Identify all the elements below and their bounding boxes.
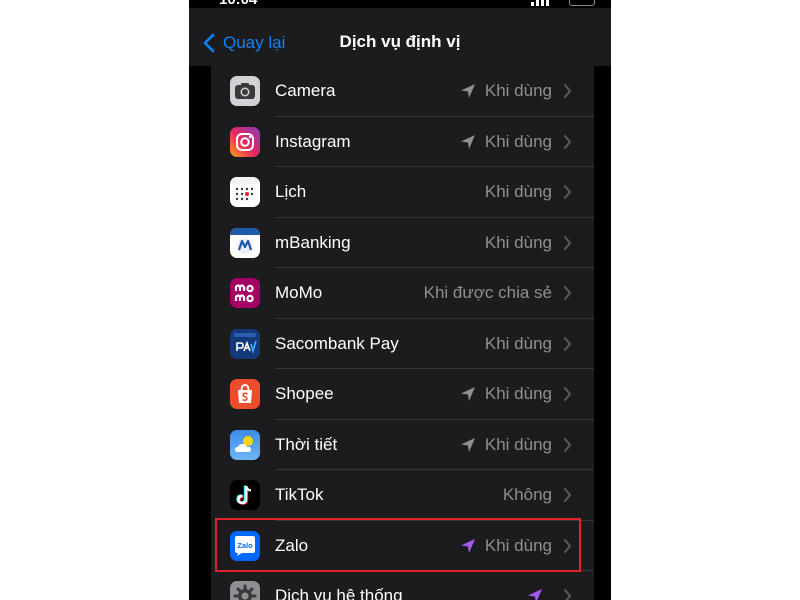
item-value: Khi dùng (484, 182, 552, 201)
list-item-mbanking[interactable]: mBanking Khi dùng (211, 218, 594, 268)
location-arrow-icon (528, 589, 542, 600)
chevron-right-icon (564, 84, 571, 98)
location-arrow-icon (460, 538, 475, 553)
list-item-shopee[interactable]: Shopee Khi dùng (211, 369, 594, 420)
item-value: Khi dùng (484, 434, 552, 454)
chevron-right-icon (564, 286, 571, 300)
list-item-sacombank-pay[interactable]: Sacombank Pay Khi dùng (211, 319, 594, 369)
item-value-group: Khi dùng (460, 536, 572, 556)
momo-app-icon (230, 278, 260, 308)
item-value: Khi dùng (484, 81, 552, 100)
chevron-right-icon (564, 134, 571, 149)
chevron-right-icon (564, 387, 571, 401)
item-label: Shopee (275, 384, 334, 403)
item-value-group: Khi dùng (460, 384, 572, 404)
mbanking-app-icon (230, 227, 260, 258)
weather-app-icon (230, 429, 260, 460)
list-item-momo[interactable]: MoMo Khi được chia sẻ (211, 268, 594, 319)
item-value: Khi dùng (484, 333, 552, 353)
location-arrow-icon (460, 84, 475, 98)
location-arrow-icon (460, 134, 475, 149)
chevron-right-icon (564, 437, 571, 452)
chevron-right-icon (564, 235, 571, 250)
calendar-app-icon (230, 177, 260, 207)
chevron-right-icon (564, 589, 571, 600)
item-label: MoMo (275, 283, 323, 302)
shopee-app-icon (230, 379, 260, 409)
list-item-instagram[interactable]: Instagram Khi dùng (211, 117, 594, 167)
item-value: Khi dùng (484, 384, 552, 403)
sacombank-pay-app-icon (230, 328, 260, 359)
list-item-camera[interactable]: Camera Khi dùng (211, 66, 594, 117)
chevron-right-icon (564, 488, 571, 502)
list-item-calendar[interactable]: Lịch Khi dùng (211, 167, 594, 218)
item-value-group: Khi dùng (485, 182, 572, 202)
item-value: Khi dùng (484, 232, 552, 252)
chevron-right-icon (564, 185, 571, 199)
item-label: mBanking (275, 232, 351, 252)
location-arrow-icon (460, 387, 475, 401)
item-value-group: Khi dùng (485, 334, 572, 354)
item-value-group: Không (503, 485, 572, 505)
phone-screen: 10:04 Quay lại Dịch vụ định vị Camera (189, 0, 611, 600)
item-value-group: Khi dùng (485, 233, 572, 253)
item-label: Sacombank Pay (275, 333, 399, 353)
signal-icon (531, 0, 549, 6)
chevron-right-icon (564, 336, 571, 351)
item-label: Lịch (275, 182, 307, 201)
system-services-gear-icon (230, 581, 260, 600)
app-location-list: Camera Khi dùng Instagram Khi dùng Lịch … (211, 66, 594, 600)
item-label: Zalo (275, 535, 309, 555)
item-value-group: Khi dùng (460, 81, 572, 101)
item-value: Không (502, 485, 552, 504)
list-item-system-services[interactable]: Dịch vụ hệ thống (211, 571, 594, 600)
location-arrow-icon (460, 437, 475, 452)
svg-text:Zalo: Zalo (237, 541, 253, 550)
item-value: Khi được chia sẻ (423, 283, 552, 302)
battery-icon (569, 0, 595, 6)
camera-app-icon (230, 76, 260, 106)
item-label: Thời tiết (275, 434, 338, 454)
tiktok-app-icon (230, 480, 260, 510)
item-value: Khi dùng (484, 131, 552, 151)
item-label: Dịch vụ hệ thống (275, 586, 403, 600)
item-label: Camera (275, 81, 336, 100)
list-item-tiktok[interactable]: TikTok Không (211, 470, 594, 521)
status-bar: 10:04 (189, 0, 611, 8)
item-label: TikTok (275, 485, 324, 504)
chevron-right-icon (564, 538, 571, 553)
list-item-weather[interactable]: Thời tiết Khi dùng (211, 420, 594, 470)
zalo-app-icon: Zalo (230, 530, 260, 561)
item-value-group: Khi dùng (460, 435, 572, 455)
navigation-bar: Quay lại Dịch vụ định vị (189, 8, 611, 66)
item-value: Khi dùng (484, 535, 552, 555)
status-time: 10:04 (219, 0, 257, 8)
item-value-group: Khi dùng (460, 132, 572, 152)
page-title: Dịch vụ định vị (339, 32, 461, 51)
list-item-zalo[interactable]: Zalo Zalo Khi dùng (211, 521, 594, 571)
item-value-group: Khi được chia sẻ (424, 283, 572, 303)
item-label: Instagram (275, 131, 351, 151)
instagram-app-icon (230, 126, 260, 157)
item-value-group (527, 586, 572, 600)
